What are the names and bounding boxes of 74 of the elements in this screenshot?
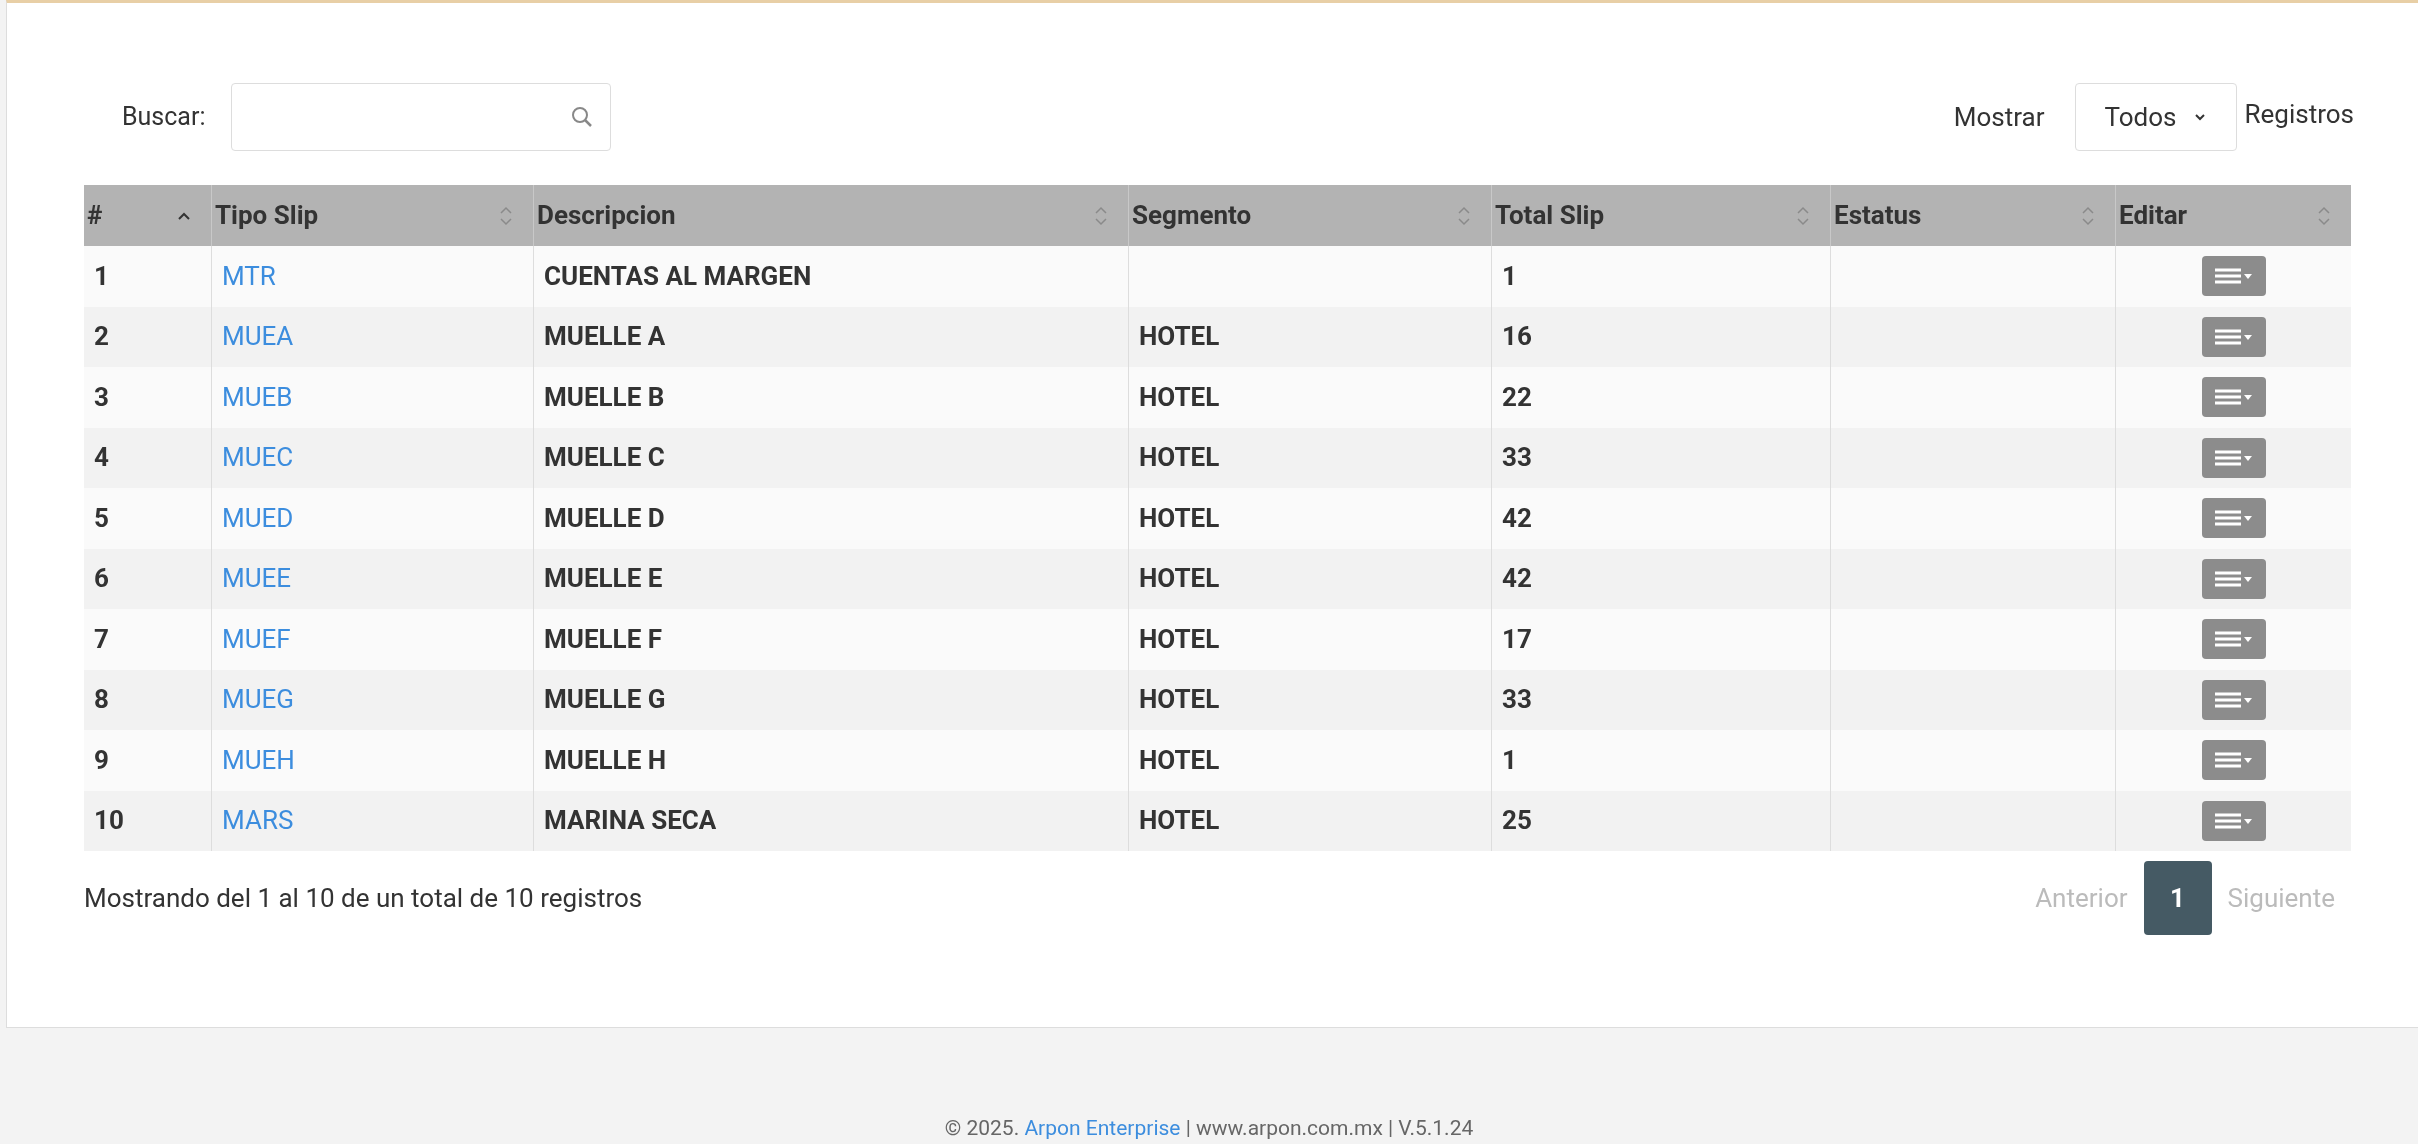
- table-cell: 42: [1491, 488, 1830, 549]
- table-cell-text: HOTEL: [1139, 320, 1220, 354]
- table-cell-text: 7: [93, 622, 110, 656]
- list-dropdown-icon: [2212, 327, 2255, 346]
- list-dropdown-icon: [2212, 267, 2255, 286]
- slip-type-link[interactable]: MUED: [222, 498, 294, 538]
- table-cell-text: HOTEL: [1139, 562, 1220, 596]
- row-menu-button[interactable]: [2201, 619, 2266, 660]
- list-dropdown-icon: [2212, 630, 2255, 649]
- footer-text: © 2025. Arpon Enterprise | www.arpon.com.mx | V.5.1.24: [944, 1114, 1474, 1142]
- slip-type-link[interactable]: MARS: [222, 801, 294, 841]
- table-cell-text: HOTEL: [1139, 743, 1220, 777]
- page-button[interactable]: 1: [2143, 861, 2212, 935]
- row-menu-button[interactable]: [2201, 437, 2266, 478]
- row-menu-button[interactable]: [2201, 256, 2266, 297]
- list-dropdown-icon: [2212, 509, 2255, 528]
- table-cell-text: HOTEL: [1139, 804, 1220, 838]
- table-cell-text: HOTEL: [1139, 380, 1220, 414]
- table-cell: MUELLE B: [533, 367, 1128, 428]
- list-dropdown-icon: [2212, 388, 2255, 407]
- slip-type-link[interactable]: MUEA: [222, 317, 294, 357]
- slip-type-link[interactable]: MUEF: [222, 619, 291, 659]
- slip-type-link[interactable]: MUEG: [222, 680, 295, 720]
- slip-type-link[interactable]: MUEH: [222, 740, 295, 780]
- page-length-dropdown[interactable]: Todos: [2074, 83, 2237, 151]
- slip-type-link[interactable]: MTR: [222, 256, 276, 296]
- table-cell: 25: [1491, 790, 1830, 851]
- records-info: Mostrando del 1 al 10 de un total de 10 registros: [84, 881, 643, 915]
- table-cell-text: 1: [93, 259, 110, 293]
- row-menu-button[interactable]: [2201, 316, 2266, 357]
- list-dropdown-icon: [2212, 569, 2255, 588]
- table-cell: 22: [1491, 367, 1830, 428]
- table-cell-text: 5: [93, 501, 110, 535]
- table-cell-text: 9: [93, 743, 110, 777]
- table-cell-text: 6: [93, 562, 110, 596]
- list-dropdown-icon: [2212, 448, 2255, 467]
- column-header[interactable]: #: [84, 185, 211, 246]
- row-menu-button[interactable]: [2201, 740, 2266, 781]
- row-menu-button[interactable]: [2201, 558, 2266, 599]
- search-label: Buscar:: [122, 101, 206, 134]
- records-label: Registros: [2244, 97, 2354, 131]
- table-cell-text: HOTEL: [1139, 683, 1220, 717]
- table-cell-text: HOTEL: [1139, 441, 1220, 475]
- previous-page-link[interactable]: Anterior: [2019, 878, 2144, 918]
- slip-type-link[interactable]: MUEB: [222, 377, 293, 417]
- row-menu-button[interactable]: [2201, 800, 2266, 841]
- show-label: Mostrar: [1953, 100, 2045, 134]
- table-cell: MARINA SECA: [533, 790, 1128, 851]
- table-cell-text: 2: [93, 320, 110, 354]
- row-menu-button[interactable]: [2201, 679, 2266, 720]
- table-cell-text: 10: [93, 804, 125, 838]
- next-page-link[interactable]: Siguiente: [2211, 878, 2351, 918]
- table-cell: MUELLE H: [533, 730, 1128, 791]
- table-cell: MUELLE F: [533, 609, 1128, 670]
- table-cell: MUELLE D: [533, 488, 1128, 549]
- chevron-down-icon: [2192, 112, 2207, 122]
- slip-type-link[interactable]: MUEC: [222, 438, 294, 478]
- row-menu-button[interactable]: [2201, 498, 2266, 539]
- list-dropdown-icon: [2212, 811, 2255, 830]
- table-cell-text: HOTEL: [1139, 622, 1220, 656]
- table-cell: CUENTAS AL MARGEN: [533, 246, 1128, 307]
- table-cell-text: HOTEL: [1139, 501, 1220, 535]
- table-cell: 1: [1491, 246, 1830, 307]
- row-menu-button[interactable]: [2201, 377, 2266, 418]
- table-cell-text: 3: [93, 380, 110, 414]
- table-cell-text: 4: [93, 441, 110, 475]
- footer-link[interactable]: Arpon Enterprise: [1024, 1115, 1181, 1140]
- table-cell: 17: [1491, 609, 1830, 670]
- list-dropdown-icon: [2212, 751, 2255, 770]
- table-cell-text: 8: [93, 683, 110, 717]
- search-field[interactable]: [231, 83, 612, 151]
- slip-type-link[interactable]: MUEE: [222, 559, 292, 599]
- table-cell: 1: [1491, 730, 1830, 791]
- list-dropdown-icon: [2212, 690, 2255, 709]
